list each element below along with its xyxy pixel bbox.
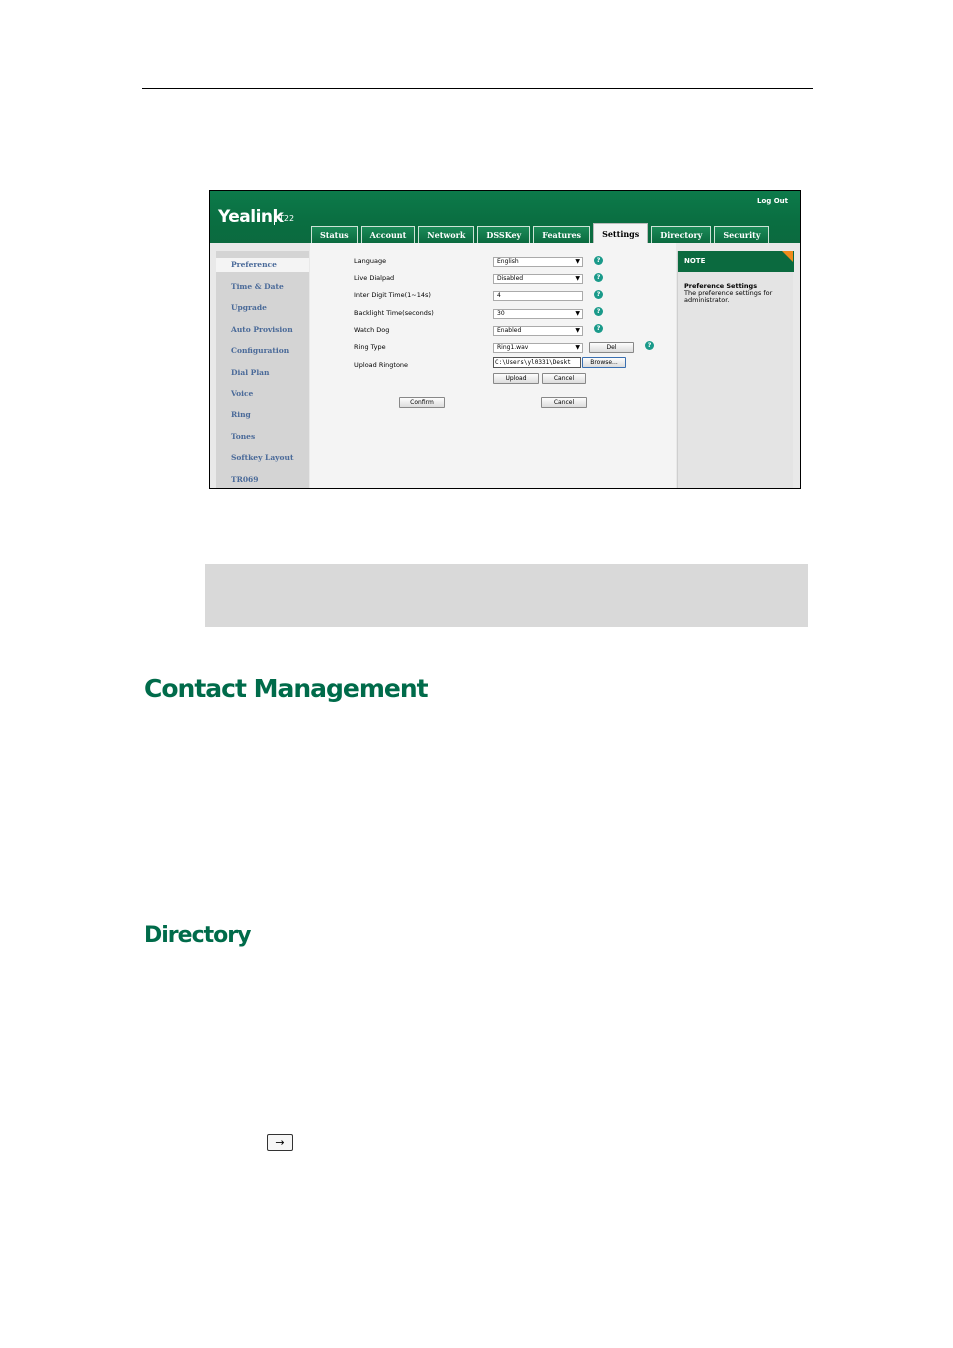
sidebar-item-dial-plan[interactable]: Dial Plan xyxy=(231,368,269,377)
tab-account[interactable]: Account xyxy=(360,226,416,243)
model-label: T22 xyxy=(274,213,294,225)
chevron-down-icon: ▼ xyxy=(575,258,580,265)
sidebar-item-softkey-layout[interactable]: Softkey Layout xyxy=(231,453,293,462)
live-dialpad-value: Disabled xyxy=(497,275,524,282)
chevron-down-icon: ▼ xyxy=(575,275,580,282)
note-box xyxy=(205,564,808,627)
inter-digit-label: Inter Digit Time(1~14s) xyxy=(354,291,431,299)
chevron-down-icon: ▼ xyxy=(575,310,580,317)
tab-security[interactable]: Security xyxy=(714,226,770,243)
tab-features[interactable]: Features xyxy=(533,226,591,243)
help-icon[interactable]: ? xyxy=(645,341,654,350)
tab-directory[interactable]: Directory xyxy=(651,226,712,243)
tab-network[interactable]: Network xyxy=(418,226,475,243)
tab-status[interactable]: Status xyxy=(311,226,358,243)
language-value: English xyxy=(497,258,519,265)
help-icon[interactable]: ? xyxy=(594,307,603,316)
cancel-button[interactable]: Cancel xyxy=(541,397,587,408)
language-select[interactable]: English ▼ xyxy=(493,257,583,267)
ring-type-value: Ring1.wav xyxy=(497,344,529,351)
sidebar: Preference Time & Date Upgrade Auto Prov… xyxy=(216,251,309,488)
logout-link[interactable]: Log Out xyxy=(757,197,788,205)
web-ui-screenshot: Yealink T22 Log Out Status Account Netwo… xyxy=(209,190,801,489)
language-label: Language xyxy=(354,257,387,265)
settings-form: Language English ▼ ? Live Dialpad Disable… xyxy=(310,243,676,488)
watch-dog-select[interactable]: Enabled ▼ xyxy=(493,326,583,336)
confirm-button[interactable]: Confirm xyxy=(399,397,445,408)
del-button[interactable]: Del xyxy=(589,342,634,353)
sidebar-item-auto-provision[interactable]: Auto Provision xyxy=(231,325,293,334)
tab-settings[interactable]: Settings xyxy=(593,223,649,243)
live-dialpad-label: Live Dialpad xyxy=(354,274,395,282)
header-rule xyxy=(142,88,813,89)
backlight-select[interactable]: 30 ▼ xyxy=(493,309,583,319)
sidebar-item-upgrade[interactable]: Upgrade xyxy=(231,303,267,312)
subsection-heading: Directory xyxy=(144,923,251,948)
help-icon[interactable]: ? xyxy=(594,290,603,299)
sidebar-item-preference[interactable]: Preference xyxy=(216,258,309,272)
ring-type-select[interactable]: Ring1.wav ▼ xyxy=(493,343,583,353)
note-panel: NOTE Preference Settings The preference … xyxy=(677,251,794,488)
note-corner-icon xyxy=(782,251,793,262)
nav-tabs: Status Account Network DSSKey Features S… xyxy=(311,223,772,243)
upload-button[interactable]: Upload xyxy=(493,373,539,384)
tab-dsskey[interactable]: DSSKey xyxy=(477,226,531,243)
browse-button[interactable]: Browse... xyxy=(582,357,626,368)
top-bar: Yealink T22 Log Out Status Account Netwo… xyxy=(210,191,800,243)
chevron-down-icon: ▼ xyxy=(575,327,580,334)
backlight-label: Backlight Time(seconds) xyxy=(354,309,434,317)
sidebar-item-configuration[interactable]: Configuration xyxy=(231,346,289,355)
ringtone-file-input[interactable]: C:\Users\yl0331\Deskt xyxy=(493,357,581,368)
upload-ringtone-label: Upload Ringtone xyxy=(354,361,409,369)
sidebar-item-tr069[interactable]: TR069 xyxy=(231,475,258,484)
inter-digit-input[interactable]: 4 xyxy=(493,291,583,301)
sidebar-item-tones[interactable]: Tones xyxy=(231,432,255,441)
ring-type-label: Ring Type xyxy=(354,343,386,351)
help-icon[interactable]: ? xyxy=(594,256,603,265)
sidebar-item-ring[interactable]: Ring xyxy=(231,410,251,419)
inter-digit-value: 4 xyxy=(497,292,501,299)
live-dialpad-select[interactable]: Disabled ▼ xyxy=(493,274,583,284)
watch-dog-value: Enabled xyxy=(497,327,522,334)
help-icon[interactable]: ? xyxy=(594,273,603,282)
arrow-right-key-icon: → xyxy=(267,1134,293,1151)
note-text: The preference settings for administrato… xyxy=(684,289,773,304)
watch-dog-label: Watch Dog xyxy=(354,326,390,334)
help-icon[interactable]: ? xyxy=(594,324,603,333)
backlight-value: 30 xyxy=(497,310,505,317)
sidebar-item-voice[interactable]: Voice xyxy=(231,389,253,398)
cancel-upload-button[interactable]: Cancel xyxy=(542,373,586,384)
note-header: NOTE xyxy=(678,251,794,272)
chevron-down-icon: ▼ xyxy=(575,344,580,351)
section-heading: Contact Management xyxy=(144,674,429,703)
sidebar-item-time-date[interactable]: Time & Date xyxy=(231,282,284,291)
